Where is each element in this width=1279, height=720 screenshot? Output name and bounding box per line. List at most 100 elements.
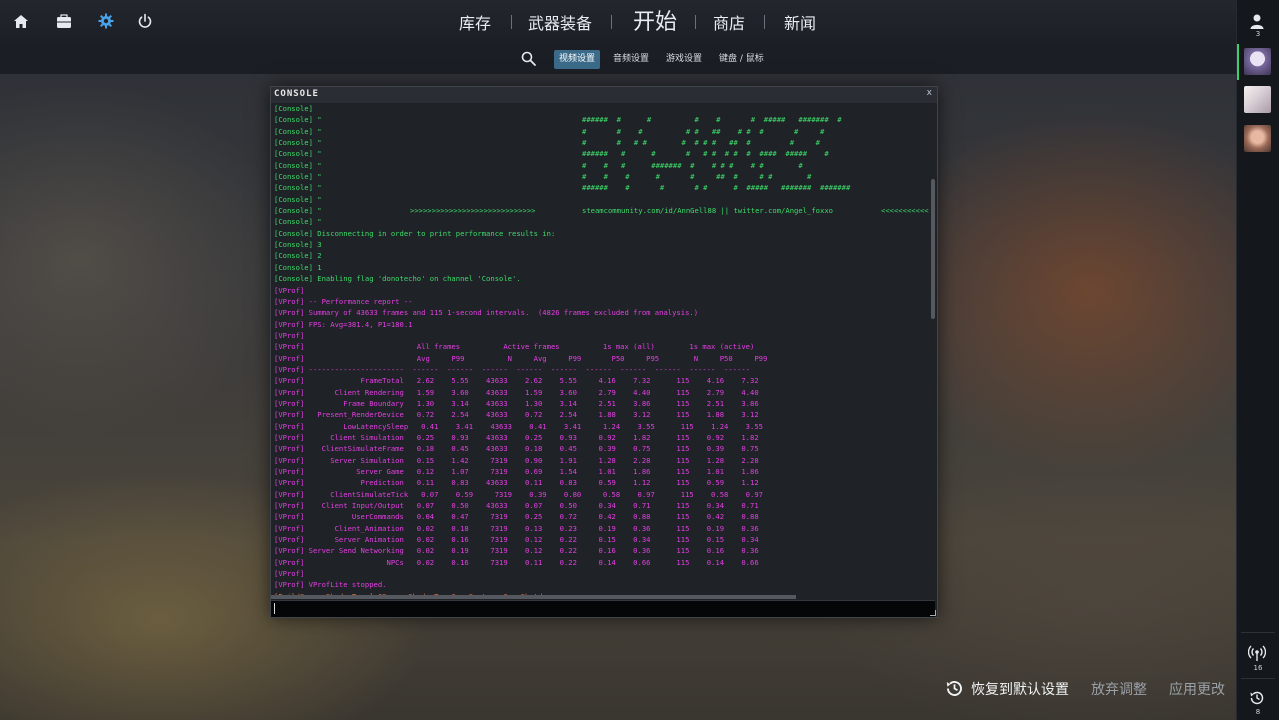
nav-item-inventory[interactable]: 库存 xyxy=(459,12,491,36)
console-log-line: [VProf] -- Performance report -- xyxy=(271,296,929,307)
tab-keyboard-mouse[interactable]: 键盘 / 鼠标 xyxy=(714,50,769,69)
settings-gear-icon[interactable] xyxy=(98,13,114,29)
nav-item-loadout[interactable]: 武器装备 xyxy=(528,12,592,36)
console-log-text: [VProf] Present_RenderDevice 0.72 2.54 4… xyxy=(274,410,759,420)
console-log-line: [VProf] All frames Active frames 1s max … xyxy=(271,341,929,352)
console-log-line: [Console] " xyxy=(271,194,929,205)
console-log-text: [Console] " xyxy=(274,217,322,227)
console-log-line: [VProf] Client_Animation 0.02 0.18 7319 … xyxy=(271,523,929,534)
search-icon[interactable] xyxy=(521,51,536,66)
tab-game-settings[interactable]: 游戏设置 xyxy=(661,50,707,69)
nav-item-play[interactable]: 开始 xyxy=(633,8,677,38)
console-log-text: [VProf] ClientSimulateFrame 0.18 0.45 43… xyxy=(274,444,759,454)
console-log-text: [VProf] FrameTotal 2.62 5.55 43633 2.62 … xyxy=(274,376,759,386)
console-log-text: [VProf] NPCs 0.02 0.16 7319 0.11 0.22 0.… xyxy=(274,557,759,567)
console-log-text: [VProf] ---------------------- ------ --… xyxy=(274,364,750,374)
console-log-line: [VProf] Avg P99 N Avg P99 P50 P95 N P50 … xyxy=(271,353,929,364)
console-log-text: [VProf] UserCommands 0.04 0.47 7319 0.25… xyxy=(274,512,759,522)
nav-separator xyxy=(511,15,512,29)
apply-changes-button[interactable]: 应用更改 xyxy=(1169,680,1225,700)
top-nav-bar: 库存 武器装备 开始 商店 新闻 xyxy=(0,0,1237,45)
nav-separator xyxy=(764,15,765,29)
console-log-text: [Console] Enabling flag 'donotecho' on c… xyxy=(274,274,521,284)
avatar[interactable] xyxy=(1244,125,1271,152)
console-log-text: [VProf] All frames Active frames 1s max … xyxy=(274,342,755,352)
home-icon[interactable] xyxy=(13,14,29,29)
console-log-text: # # # # # # # # ## # # # xyxy=(582,138,820,148)
console-log-text: [VProf] Server Animation 0.02 0.16 7319 … xyxy=(274,535,759,545)
console-log-line: [VProf] xyxy=(271,330,929,341)
console-log-text: >>>>>>>>>>>>>>>>>>>>>>>>>>>>> xyxy=(410,206,536,216)
nav-item-store[interactable]: 商店 xyxy=(713,12,745,36)
console-log-text: [VProf] Client_Animation 0.02 0.18 7319 … xyxy=(274,523,759,533)
console-log-line: [Console] 3 xyxy=(271,239,929,250)
avatar[interactable] xyxy=(1244,86,1271,113)
console-log-line: [Console] xyxy=(271,103,929,114)
console-log-text: [VProf] ClientSimulateTick 0.07 0.59 731… xyxy=(274,489,763,499)
resize-handle[interactable] xyxy=(930,610,936,616)
console-log-line: [Console] Disconnecting in order to prin… xyxy=(271,228,929,239)
console-log-text: [VProf] Client Simulation 0.25 0.93 4363… xyxy=(274,432,759,442)
tab-video-settings[interactable]: 视频设置 xyxy=(554,50,601,69)
console-log-text: [Console] " xyxy=(274,183,322,193)
console-log-line: [Console] " # # # # # ## # # # # # xyxy=(271,126,929,137)
antenna-icon[interactable] xyxy=(1248,644,1266,662)
console-log-text: [Console] 3 xyxy=(274,240,322,250)
console-log-text: [VProf] Avg P99 N Avg P99 P50 P95 N P50 … xyxy=(274,353,768,363)
console-log-line: [VProf] Client Simulation 0.25 0.93 4363… xyxy=(271,432,929,443)
console-log-text: [VProf] FPS: Avg=381.4, P1=180.1 xyxy=(274,319,413,329)
sidebar-divider xyxy=(1241,632,1275,633)
console-log-text: [Console] 1 xyxy=(274,262,322,272)
console-log-line: [VProf] VProfLite stopped. xyxy=(271,579,929,590)
close-button[interactable]: x xyxy=(927,88,932,98)
avatar[interactable] xyxy=(1244,48,1271,75)
console-title-bar[interactable]: CONSOLE x xyxy=(271,87,937,103)
console-log-text: [VProf] xyxy=(274,330,305,340)
console-log-line: [Console] " >>>>>>>>>>>>>>>>>>>>>>>>>>>>>… xyxy=(271,205,929,216)
console-input[interactable] xyxy=(271,600,935,617)
console-log-text: ###### # # # # # ##### ####### ####### xyxy=(582,183,851,193)
console-log-text: [VProf] xyxy=(274,285,305,295)
console-log-line: [Console] " ###### # # # # # ##### ######… xyxy=(271,182,929,193)
console-log-line: [VProf] xyxy=(271,285,929,296)
console-log-text: [Console] " xyxy=(274,172,322,182)
console-log-line: [VProf] Client Rendering 1.59 3.60 43633… xyxy=(271,387,929,398)
console-log-line: [VProf] FPS: Avg=381.4, P1=180.1 xyxy=(271,319,929,330)
console-log-text: [Console] Disconnecting in order to prin… xyxy=(274,228,556,238)
console-log-line: [Console] " ###### # # # # # ##### ######… xyxy=(271,114,929,125)
console-log-line: [VProf] xyxy=(271,568,929,579)
console-log-line: [VProf] NPCs 0.02 0.16 7319 0.11 0.22 0.… xyxy=(271,557,929,568)
console-log-text: steamcommunity.com/id/AnnGell88 || twitt… xyxy=(582,206,833,216)
history-count: 8 xyxy=(1255,708,1261,716)
signal-count: 16 xyxy=(1253,664,1263,672)
console-log-text: [VProf] Client Input/Output 0.07 0.50 43… xyxy=(274,501,759,511)
console-log-text: [VProf] -- Performance report -- xyxy=(274,296,413,306)
friends-count: 3 xyxy=(1255,30,1261,38)
restore-defaults-button[interactable]: 恢复到默认设置 xyxy=(971,680,1069,700)
console-log-text: # # # # # ## # # # # # xyxy=(582,126,825,136)
history-icon[interactable] xyxy=(945,679,964,698)
console-log-text: <<<<<<<<<<< xyxy=(881,206,929,216)
console-log-text: [Console] " xyxy=(274,138,322,148)
console-log-text: [Console] " xyxy=(274,206,322,216)
console-log-text: [VProf] Server Send Networking 0.02 0.19… xyxy=(274,546,759,556)
console-log-text: [Console] xyxy=(274,104,313,113)
console-log-text: [VProf] Summary of 43633 frames and 115 … xyxy=(274,308,699,318)
console-log-line: [VProf] Prediction 0.11 0.83 43633 0.11 … xyxy=(271,477,929,488)
discard-changes-button[interactable]: 放弃调整 xyxy=(1091,680,1147,700)
inventory-case-icon[interactable] xyxy=(56,14,72,29)
console-log-text: [Console] " xyxy=(274,160,322,170)
power-icon[interactable] xyxy=(137,13,153,29)
console-log-line: [Console] " # # # # # # # # ## # # # xyxy=(271,137,929,148)
nav-item-news[interactable]: 新闻 xyxy=(784,12,816,36)
vertical-scrollbar[interactable] xyxy=(931,179,935,319)
console-log-line: [VProf] Client Input/Output 0.07 0.50 43… xyxy=(271,500,929,511)
console-log-line: [VProf] ---------------------- ------ --… xyxy=(271,364,929,375)
friends-icon[interactable] xyxy=(1249,13,1265,29)
console-log-text: [VProf] VProfLite stopped. xyxy=(274,580,387,590)
console-log-line: [VProf] Server Game 0.12 1.07 7319 0.69 … xyxy=(271,466,929,477)
history-icon[interactable] xyxy=(1249,690,1265,706)
tab-audio-settings[interactable]: 音频设置 xyxy=(608,50,654,69)
horizontal-scrollbar[interactable] xyxy=(271,595,796,599)
console-log-line: [VProf] LowLatencySleep 0.41 3.41 43633 … xyxy=(271,421,929,432)
